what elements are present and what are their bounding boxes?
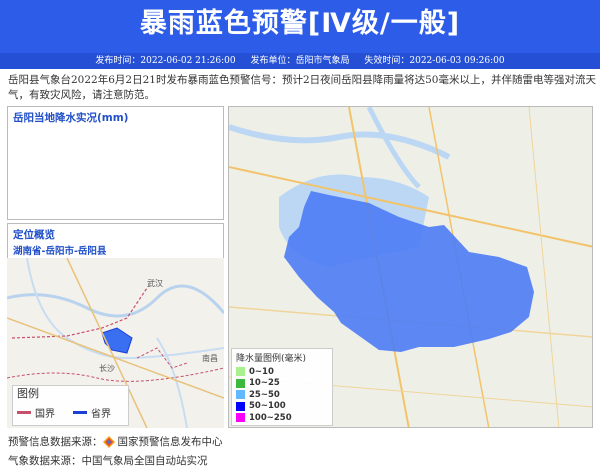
warning-release-logo: [102, 435, 115, 448]
overview-legend-title: 图例: [17, 387, 39, 400]
swatch-0-10: [236, 367, 245, 377]
location-panel-title: 定位概览: [13, 229, 55, 241]
national-border-label: 国界: [35, 409, 55, 420]
label-50-100: 50~100: [249, 401, 286, 412]
rainfall-legend-item: 0~10: [232, 366, 332, 378]
legend-provincial-border: 省界: [73, 405, 111, 420]
rainfall-panel: 岳阳当地降水实况(mm): [7, 106, 224, 220]
expire-time: 失效时间：2022-06-03 09:26:00: [364, 56, 505, 66]
rainfall-legend: 降水量图例(毫米) 0~10 10~25 25~50 50~100 100~25…: [231, 348, 333, 426]
label-10-25: 10~25: [249, 378, 280, 389]
rainfall-legend-item: 100~250: [232, 412, 332, 424]
legend-national-border: 国界: [17, 405, 55, 420]
warning-source-prefix: 预警信息数据来源：: [8, 436, 103, 448]
warning-source: 预警信息数据来源： 国家预警信息发布中心: [8, 434, 223, 449]
swatch-10-25: [236, 378, 245, 388]
swatch-100-250: [236, 413, 245, 423]
rainfall-legend-item: 10~25: [232, 378, 332, 390]
weather-source: 气象数据来源：中国气象局全国自动站实况: [8, 455, 208, 467]
swatch-25-50: [236, 390, 245, 400]
rainfall-legend-item: 50~100: [232, 401, 332, 413]
rainfall-legend-title: 降水量图例(毫米): [236, 354, 307, 364]
swatch-50-100: [236, 401, 245, 411]
rainfall-legend-item: 25~50: [232, 389, 332, 401]
map-label-wuhan: 武汉: [147, 279, 163, 288]
warning-title: 暴雨蓝色预警[Ⅳ级/一般]: [0, 0, 600, 53]
issuer: 发布单位：岳阳市气象局: [250, 56, 350, 66]
label-0-10: 0~10: [249, 366, 274, 377]
label-100-250: 100~250: [249, 412, 292, 423]
map-label-nanchang: 南昌: [202, 354, 218, 363]
label-25-50: 25~50: [249, 389, 280, 400]
provincial-border-label: 省界: [91, 409, 111, 420]
location-path: 湖南省-岳阳市-岳阳县: [13, 246, 107, 257]
issue-time: 发布时间：2022-06-02 21:26:00: [95, 56, 236, 66]
warning-source-name[interactable]: 国家预警信息发布中心: [118, 434, 223, 449]
warning-description: 岳阳县气象台2022年6月2日21时发布暴雨蓝色预警信号：预计2日夜间岳阳县降雨…: [8, 74, 596, 101]
overview-legend: 图例 国界 省界: [12, 385, 129, 426]
rainfall-panel-title: 岳阳当地降水实况(mm): [13, 112, 129, 124]
map-label-changsha: 长沙: [99, 364, 115, 373]
provincial-border-swatch: [73, 411, 87, 414]
national-border-swatch: [17, 411, 31, 414]
warning-meta-bar: 发布时间：2022-06-02 21:26:00 发布单位：岳阳市气象局 失效时…: [0, 53, 600, 69]
